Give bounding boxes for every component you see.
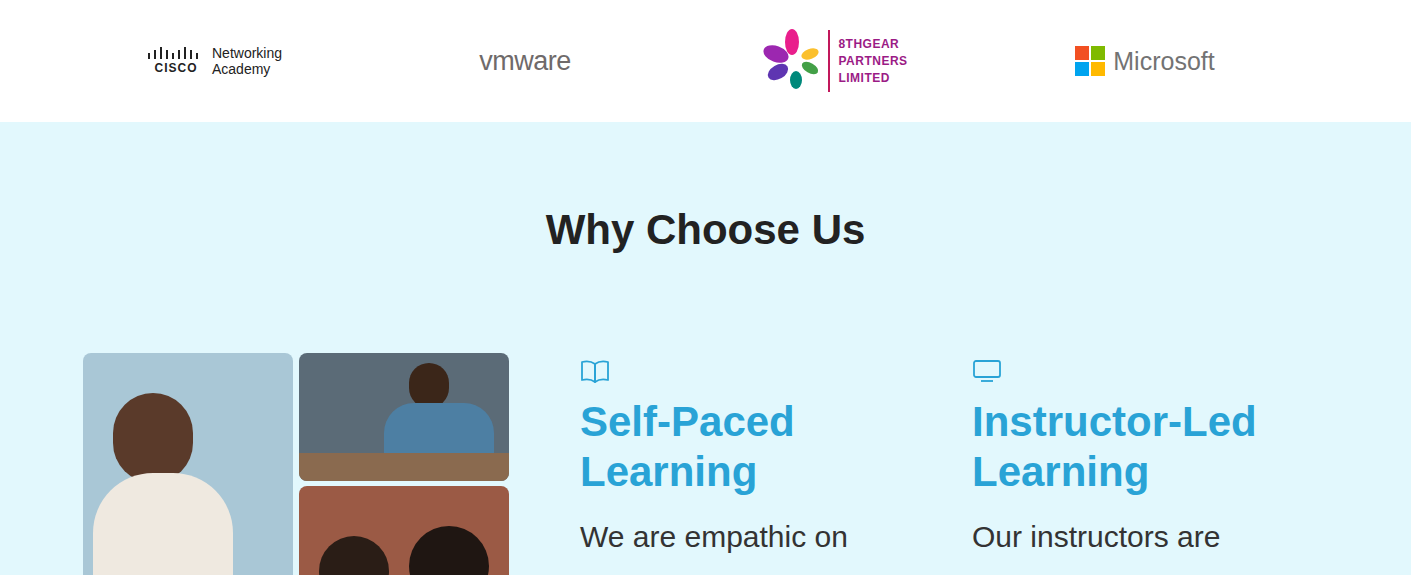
feature-text: We are empathic on [580,517,920,557]
features: Self-Paced Learning We are empathic on Ins… [580,353,1312,575]
feature-text: Our instructors are [972,517,1312,557]
partner-logo[interactable]: CISCO NetworkingAcademy [60,45,370,77]
feature-title: Instructor-Led Learning [972,397,1312,497]
eighthgear-line: LIMITED [838,70,907,87]
eighthgear-line: 8THGEAR [838,36,907,53]
section-title: Why Choose Us [0,206,1411,254]
windows-squares-icon [1075,46,1105,76]
partner-logo[interactable]: vmware [370,46,680,76]
monitor-icon [972,359,1002,383]
why-choose-us-section: Why Choose Us Self-Paced Learning We are … [0,122,1411,575]
eighthgear-line: PARTNERS [838,53,907,70]
flower-icon [762,28,824,94]
photo-collage [83,353,510,575]
laptop-photo [299,353,509,481]
cisco-bars-icon [148,47,204,61]
cisco-line: Academy [212,61,282,77]
content-row: Self-Paced Learning We are empathic on Ins… [0,353,1411,575]
partner-logo[interactable]: Microsoft [990,46,1300,76]
partner-logo[interactable]: 8THGEARPARTNERSLIMITED [680,28,990,94]
feature-card: Self-Paced Learning We are empathic on [580,353,920,575]
vmware-brand: vmware [479,46,571,76]
divider-line [828,30,830,92]
cisco-brand: CISCO [154,61,197,75]
group-photo [299,486,509,575]
feature-title: Self-Paced Learning [580,397,920,497]
eighthgear-lines: 8THGEARPARTNERSLIMITED [838,36,907,87]
microsoft-brand: Microsoft [1113,46,1214,76]
feature-card: Instructor-Led Learning Our instructors a… [972,353,1312,575]
book-icon [580,359,610,383]
cisco-lines: NetworkingAcademy [212,45,282,77]
cisco-mark: CISCO [148,47,204,75]
cisco-line: Networking [212,45,282,61]
student-photo [83,353,293,575]
partners-strip: CISCO NetworkingAcademy vmware 8THGEARPARTN… [0,0,1411,122]
